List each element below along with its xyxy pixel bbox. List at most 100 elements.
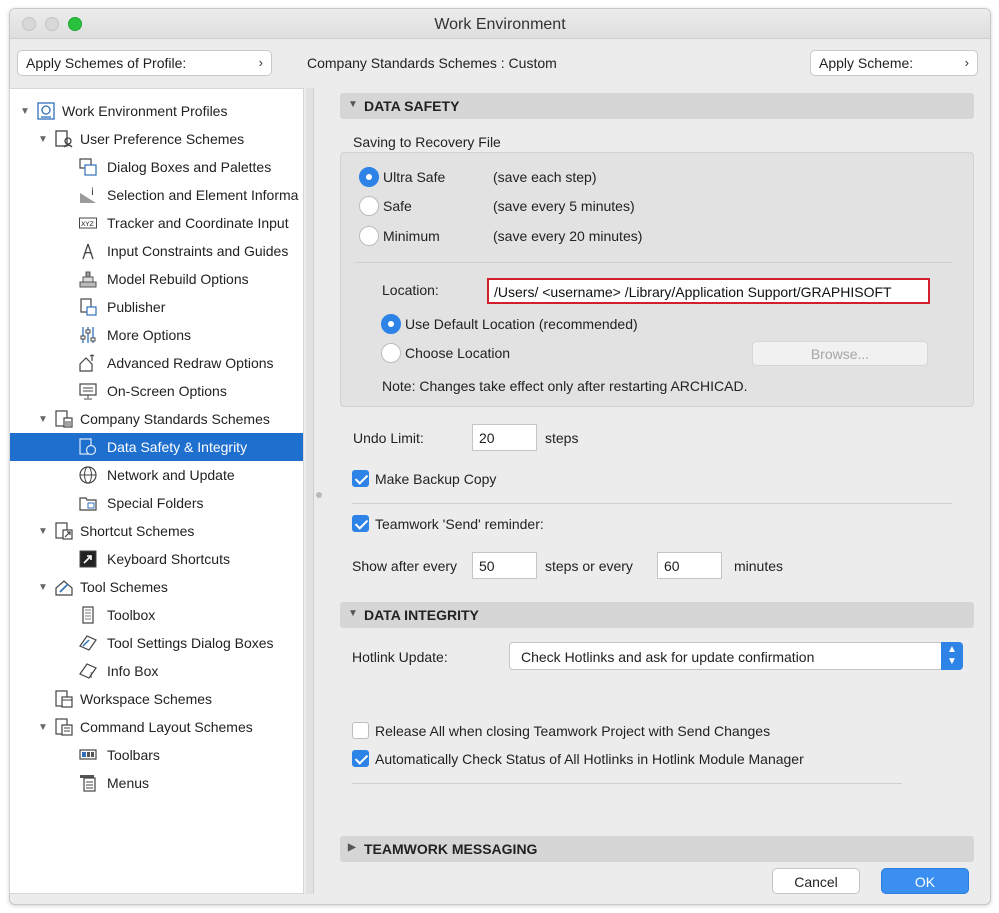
make-backup-checkbox[interactable] (352, 470, 369, 487)
model-rebuild-icon (79, 271, 97, 288)
tree-item-shortcut-schemes[interactable]: ▼ Shortcut Schemes (10, 517, 303, 545)
tree-item-more-options[interactable]: More Options (10, 321, 303, 349)
tree-item-advanced-redraw[interactable]: Advanced Redraw Options (10, 349, 303, 377)
disclosure-triangle-icon: ▼ (348, 608, 358, 619)
tree-item-label: Command Layout Schemes (80, 719, 253, 735)
ok-button[interactable]: OK (881, 868, 969, 894)
chevron-right-icon: › (964, 55, 969, 70)
tree-item-label: Publisher (107, 299, 166, 315)
undo-limit-input[interactable]: 20 (472, 424, 537, 451)
tree-item-onscreen-options[interactable]: On-Screen Options (10, 377, 303, 405)
ultra-safe-radio[interactable] (359, 167, 379, 187)
saving-label: Saving to Recovery File (353, 134, 501, 150)
choose-location-label: Choose Location (405, 345, 511, 361)
tree-item-menus[interactable]: Menus (10, 769, 303, 797)
teamwork-messaging-header[interactable]: ▶ TEAMWORK MESSAGING (340, 836, 974, 862)
apply-profile-button[interactable]: Apply Schemes of Profile: › (17, 50, 272, 76)
tree-item-tool-schemes[interactable]: ▼ Tool Schemes (10, 573, 303, 601)
globe-icon (79, 466, 97, 484)
tree-item-toolbox[interactable]: Toolbox (10, 601, 303, 629)
section-title: DATA INTEGRITY (364, 607, 479, 623)
divider (352, 783, 902, 784)
hotlink-update-value: Check Hotlinks and ask for update confir… (521, 649, 815, 665)
tree-item-info-box[interactable]: i Info Box (10, 657, 303, 685)
tree-item-selection-info[interactable]: i Selection and Element Informa (10, 181, 303, 209)
data-integrity-header[interactable]: ▼ DATA INTEGRITY (340, 602, 974, 628)
tree-item-tool-settings[interactable]: Tool Settings Dialog Boxes (10, 629, 303, 657)
select-stepper-icon: ▲ ▼ (941, 642, 963, 670)
tree-item-work-environment-profiles[interactable]: ▼ Work Environment Profiles (10, 97, 303, 125)
choose-location-radio[interactable] (381, 343, 401, 363)
tree-item-label: Dialog Boxes and Palettes (107, 159, 272, 175)
hotlink-update-select[interactable]: Check Hotlinks and ask for update confir… (509, 642, 963, 670)
minimum-radio[interactable] (359, 226, 379, 246)
tree-item-dialog-boxes[interactable]: Dialog Boxes and Palettes (10, 153, 303, 181)
minimum-label: Minimum (383, 228, 440, 244)
tree-item-label: Shortcut Schemes (80, 523, 195, 539)
tree-item-user-preference-schemes[interactable]: ▼ User Preference Schemes (10, 125, 303, 153)
tree-item-label: Company Standards Schemes (80, 411, 270, 427)
teamwork-reminder-checkbox[interactable] (352, 515, 369, 532)
tree-item-label: Advanced Redraw Options (107, 355, 274, 371)
disclosure-triangle-icon[interactable]: ▼ (38, 414, 48, 425)
current-scheme-label: Company Standards Schemes : Custom (307, 55, 557, 71)
minimum-desc: (save every 20 minutes) (493, 228, 643, 244)
menus-icon (80, 775, 96, 792)
cancel-button[interactable]: Cancel (772, 868, 860, 894)
tree-item-publisher[interactable]: Publisher (10, 293, 303, 321)
tool-settings-icon (79, 635, 97, 651)
auto-check-hotlinks-checkbox[interactable] (352, 750, 369, 767)
tree-item-keyboard-shortcuts[interactable]: Keyboard Shortcuts (10, 545, 303, 573)
splitter-grip[interactable] (316, 492, 322, 498)
browse-button[interactable]: Browse... (752, 341, 928, 366)
undo-unit-label: steps (545, 430, 579, 446)
use-default-location-label: Use Default Location (recommended) (405, 316, 638, 332)
use-default-location-radio[interactable] (381, 314, 401, 334)
reminder-steps-input[interactable]: 50 (472, 552, 537, 579)
minutes-label: minutes (734, 558, 784, 574)
make-backup-label: Make Backup Copy (375, 471, 497, 487)
show-after-label: Show after every (352, 558, 458, 574)
disclosure-triangle-icon[interactable]: ▼ (38, 134, 48, 145)
tree-item-input-constraints[interactable]: Input Constraints and Guides (10, 237, 303, 265)
tree-item-label: Special Folders (107, 495, 204, 511)
command-layout-icon (55, 718, 73, 736)
tree-item-model-rebuild[interactable]: Model Rebuild Options (10, 265, 303, 293)
monitor-icon (79, 383, 97, 400)
divider (352, 503, 952, 504)
tree-item-workspace-schemes[interactable]: Workspace Schemes (10, 685, 303, 713)
tree-item-special-folders[interactable]: Special Folders (10, 489, 303, 517)
tree-item-label: Workspace Schemes (80, 691, 213, 707)
release-all-checkbox[interactable] (352, 722, 369, 739)
tree-item-label: More Options (107, 327, 192, 343)
safe-label: Safe (383, 198, 412, 214)
svg-text:i: i (90, 671, 92, 680)
disclosure-triangle-icon[interactable]: ▼ (38, 582, 48, 593)
data-safety-header[interactable]: ▼ DATA SAFETY (340, 93, 974, 119)
disclosure-triangle-icon[interactable]: ▼ (38, 722, 48, 733)
restart-note: Note: Changes take effect only after res… (382, 378, 748, 394)
location-path-field[interactable]: /Users/ <username> /Library/Application … (487, 278, 930, 304)
svg-text:i: i (91, 187, 94, 198)
tree-item-toolbars[interactable]: Toolbars (10, 741, 303, 769)
company-building-icon (55, 410, 73, 428)
tree-item-network-update[interactable]: Network and Update (10, 461, 303, 489)
tree-item-data-safety-integrity[interactable]: Data Safety & Integrity (10, 433, 303, 461)
disclosure-triangle-icon[interactable]: ▼ (38, 526, 48, 537)
tree-item-command-layout[interactable]: ▼ Command Layout Schemes (10, 713, 303, 741)
data-safety-icon (79, 438, 97, 456)
tree-item-label: Network and Update (107, 467, 235, 483)
apply-scheme-button[interactable]: Apply Scheme: › (810, 50, 978, 76)
safe-radio[interactable] (359, 196, 379, 216)
tree-item-tracker[interactable]: XYZ Tracker and Coordinate Input (10, 209, 303, 237)
ultra-safe-desc: (save each step) (493, 169, 597, 185)
shortcut-scheme-icon (55, 522, 73, 540)
disclosure-triangle-icon[interactable]: ▼ (20, 106, 30, 117)
selection-info-icon: i (80, 187, 96, 203)
tree-item-label: Model Rebuild Options (107, 271, 249, 287)
pane-splitter[interactable] (306, 88, 314, 894)
tree-item-company-standards[interactable]: ▼ Company Standards Schemes (10, 405, 303, 433)
tree-item-label: Toolbox (107, 607, 156, 623)
reminder-minutes-input[interactable]: 60 (657, 552, 722, 579)
tree-item-label: Selection and Element Informa (107, 187, 299, 203)
